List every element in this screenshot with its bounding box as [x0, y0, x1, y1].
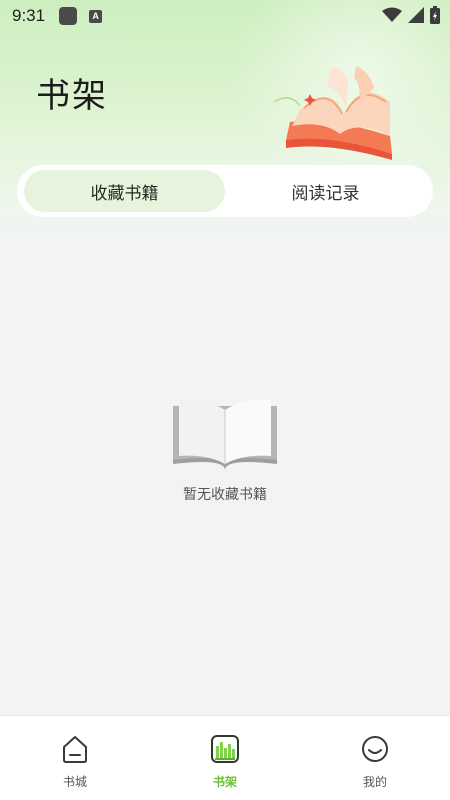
tab-favorites[interactable]: 收藏书籍	[24, 170, 225, 212]
status-time: 9:31	[12, 6, 46, 25]
shelf-tabs: 收藏书籍 阅读记录	[17, 165, 433, 217]
keyboard-indicator-icon: A	[89, 9, 103, 23]
bookshelf-icon	[211, 735, 239, 763]
status-bar: 9:31 A	[0, 0, 450, 32]
nav-label-bookshelf: 书架	[212, 775, 237, 789]
bottom-navigation: 书城 书架 我的	[0, 715, 450, 800]
profile-icon	[362, 736, 388, 762]
empty-state: 暂无收藏书籍	[0, 398, 450, 504]
nav-label-bookstore: 书城	[62, 775, 87, 789]
page-title: 书架	[36, 76, 108, 116]
status-icons	[382, 6, 440, 24]
nav-item-profile[interactable]: 我的	[300, 716, 450, 800]
home-icon	[63, 736, 87, 763]
empty-book-icon	[173, 399, 277, 470]
nav-item-bookshelf[interactable]: 书架	[150, 716, 300, 800]
nav-item-bookstore[interactable]: 书城	[0, 716, 150, 800]
empty-state-message: 暂无收藏书籍	[183, 487, 267, 503]
signal-icon	[408, 7, 424, 23]
notification-icon	[59, 7, 78, 25]
wifi-icon	[382, 7, 402, 22]
open-book-illustration-icon	[273, 66, 392, 160]
nav-label-profile: 我的	[362, 775, 387, 789]
tab-reading-history[interactable]: 阅读记录	[225, 170, 426, 212]
battery-icon	[430, 6, 440, 24]
